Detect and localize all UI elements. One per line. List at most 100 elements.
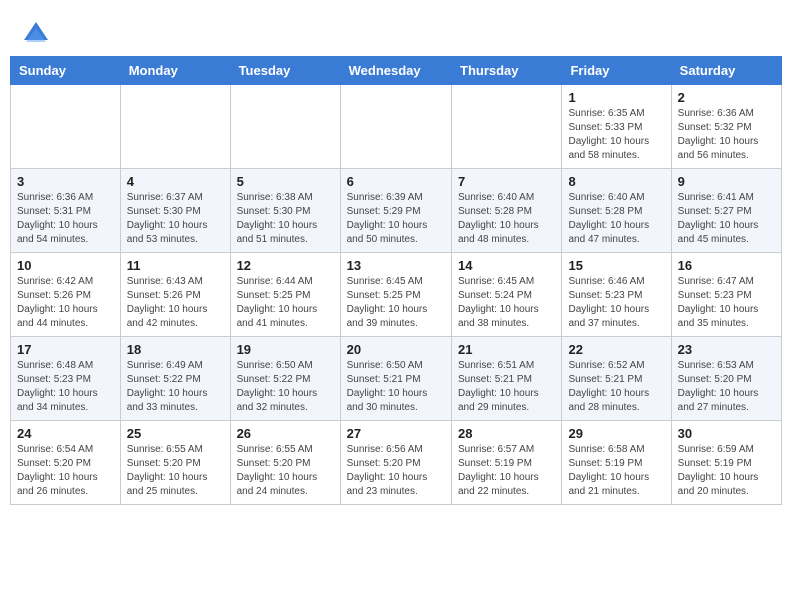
calendar-cell (11, 85, 121, 169)
calendar-week-2: 3Sunrise: 6:36 AM Sunset: 5:31 PM Daylig… (11, 169, 782, 253)
calendar-cell: 21 Sunrise: 6:51 AM Sunset: 5:21 PM Dayli… (452, 337, 562, 421)
calendar-cell: 5 Sunrise: 6:38 AM Sunset: 5:30 PM Daylig… (230, 169, 340, 253)
day-number: 20 (347, 342, 445, 357)
day-number: 26 (237, 426, 334, 441)
day-number: 23 (678, 342, 775, 357)
day-number: 10 (17, 258, 114, 273)
calendar-cell: 14 Sunrise: 6:45 AM Sunset: 5:24 PM Dayli… (452, 253, 562, 337)
calendar-cell: 3Sunrise: 6:36 AM Sunset: 5:31 PM Daylig… (11, 169, 121, 253)
logo-icon (22, 18, 50, 46)
day-number: 21 (458, 342, 555, 357)
day-info: Sunrise: 6:56 AM Sunset: 5:20 PM Dayligh… (347, 443, 445, 499)
page-header (0, 0, 792, 56)
day-number: 1 (568, 90, 664, 105)
calendar-cell: 13 Sunrise: 6:45 AM Sunset: 5:25 PM Dayli… (340, 253, 451, 337)
calendar-cell: 8 Sunrise: 6:40 AM Sunset: 5:28 PM Daylig… (562, 169, 671, 253)
calendar-cell: 9 Sunrise: 6:41 AM Sunset: 5:27 PM Daylig… (671, 169, 781, 253)
day-number: 12 (237, 258, 334, 273)
day-number: 14 (458, 258, 555, 273)
logo (20, 18, 50, 46)
calendar-cell: 4Sunrise: 6:37 AM Sunset: 5:30 PM Daylig… (120, 169, 230, 253)
calendar-cell: 17Sunrise: 6:48 AM Sunset: 5:23 PM Dayli… (11, 337, 121, 421)
calendar-cell: 19Sunrise: 6:50 AM Sunset: 5:22 PM Dayli… (230, 337, 340, 421)
calendar-cell: 30 Sunrise: 6:59 AM Sunset: 5:19 PM Dayli… (671, 421, 781, 505)
weekday-header-wednesday: Wednesday (340, 57, 451, 85)
calendar-wrapper: SundayMondayTuesdayWednesdayThursdayFrid… (0, 56, 792, 515)
calendar-cell: 28 Sunrise: 6:57 AM Sunset: 5:19 PM Dayli… (452, 421, 562, 505)
day-info: Sunrise: 6:55 AM Sunset: 5:20 PM Dayligh… (127, 443, 224, 499)
day-info: Sunrise: 6:55 AM Sunset: 5:20 PM Dayligh… (237, 443, 334, 499)
calendar-cell: 2 Sunrise: 6:36 AM Sunset: 5:32 PM Daylig… (671, 85, 781, 169)
day-number: 3 (17, 174, 114, 189)
day-info: Sunrise: 6:42 AM Sunset: 5:26 PM Dayligh… (17, 275, 114, 331)
day-info: Sunrise: 6:48 AM Sunset: 5:23 PM Dayligh… (17, 359, 114, 415)
day-info: Sunrise: 6:57 AM Sunset: 5:19 PM Dayligh… (458, 443, 555, 499)
calendar-week-3: 10 Sunrise: 6:42 AM Sunset: 5:26 PM Dayli… (11, 253, 782, 337)
weekday-header-tuesday: Tuesday (230, 57, 340, 85)
day-info: Sunrise: 6:38 AM Sunset: 5:30 PM Dayligh… (237, 191, 334, 247)
day-info: Sunrise: 6:36 AM Sunset: 5:32 PM Dayligh… (678, 107, 775, 163)
day-number: 5 (237, 174, 334, 189)
calendar-cell (340, 85, 451, 169)
day-number: 11 (127, 258, 224, 273)
day-info: Sunrise: 6:43 AM Sunset: 5:26 PM Dayligh… (127, 275, 224, 331)
weekday-header-saturday: Saturday (671, 57, 781, 85)
calendar-cell: 1 Sunrise: 6:35 AM Sunset: 5:33 PM Daylig… (562, 85, 671, 169)
day-number: 18 (127, 342, 224, 357)
calendar-cell (452, 85, 562, 169)
day-info: Sunrise: 6:50 AM Sunset: 5:22 PM Dayligh… (237, 359, 334, 415)
day-info: Sunrise: 6:52 AM Sunset: 5:21 PM Dayligh… (568, 359, 664, 415)
day-info: Sunrise: 6:35 AM Sunset: 5:33 PM Dayligh… (568, 107, 664, 163)
calendar-cell: 7Sunrise: 6:40 AM Sunset: 5:28 PM Daylig… (452, 169, 562, 253)
calendar-cell: 10 Sunrise: 6:42 AM Sunset: 5:26 PM Dayli… (11, 253, 121, 337)
day-number: 29 (568, 426, 664, 441)
calendar-cell: 15Sunrise: 6:46 AM Sunset: 5:23 PM Dayli… (562, 253, 671, 337)
weekday-header-monday: Monday (120, 57, 230, 85)
day-info: Sunrise: 6:47 AM Sunset: 5:23 PM Dayligh… (678, 275, 775, 331)
calendar-cell: 11 Sunrise: 6:43 AM Sunset: 5:26 PM Dayli… (120, 253, 230, 337)
day-number: 22 (568, 342, 664, 357)
day-info: Sunrise: 6:51 AM Sunset: 5:21 PM Dayligh… (458, 359, 555, 415)
calendar-table: SundayMondayTuesdayWednesdayThursdayFrid… (10, 56, 782, 505)
day-number: 25 (127, 426, 224, 441)
calendar-header: SundayMondayTuesdayWednesdayThursdayFrid… (11, 57, 782, 85)
day-info: Sunrise: 6:53 AM Sunset: 5:20 PM Dayligh… (678, 359, 775, 415)
calendar-cell: 27 Sunrise: 6:56 AM Sunset: 5:20 PM Dayli… (340, 421, 451, 505)
day-info: Sunrise: 6:41 AM Sunset: 5:27 PM Dayligh… (678, 191, 775, 247)
day-info: Sunrise: 6:50 AM Sunset: 5:21 PM Dayligh… (347, 359, 445, 415)
day-number: 9 (678, 174, 775, 189)
day-number: 8 (568, 174, 664, 189)
day-info: Sunrise: 6:44 AM Sunset: 5:25 PM Dayligh… (237, 275, 334, 331)
calendar-cell: 16 Sunrise: 6:47 AM Sunset: 5:23 PM Dayli… (671, 253, 781, 337)
day-info: Sunrise: 6:54 AM Sunset: 5:20 PM Dayligh… (17, 443, 114, 499)
day-info: Sunrise: 6:59 AM Sunset: 5:19 PM Dayligh… (678, 443, 775, 499)
day-number: 24 (17, 426, 114, 441)
weekday-header-sunday: Sunday (11, 57, 121, 85)
day-number: 30 (678, 426, 775, 441)
calendar-cell: 24 Sunrise: 6:54 AM Sunset: 5:20 PM Dayli… (11, 421, 121, 505)
calendar-week-4: 17Sunrise: 6:48 AM Sunset: 5:23 PM Dayli… (11, 337, 782, 421)
calendar-cell (230, 85, 340, 169)
day-number: 2 (678, 90, 775, 105)
day-info: Sunrise: 6:45 AM Sunset: 5:24 PM Dayligh… (458, 275, 555, 331)
calendar-cell (120, 85, 230, 169)
day-info: Sunrise: 6:39 AM Sunset: 5:29 PM Dayligh… (347, 191, 445, 247)
day-number: 27 (347, 426, 445, 441)
day-info: Sunrise: 6:40 AM Sunset: 5:28 PM Dayligh… (568, 191, 664, 247)
day-number: 13 (347, 258, 445, 273)
day-info: Sunrise: 6:46 AM Sunset: 5:23 PM Dayligh… (568, 275, 664, 331)
day-info: Sunrise: 6:37 AM Sunset: 5:30 PM Dayligh… (127, 191, 224, 247)
day-info: Sunrise: 6:45 AM Sunset: 5:25 PM Dayligh… (347, 275, 445, 331)
day-info: Sunrise: 6:58 AM Sunset: 5:19 PM Dayligh… (568, 443, 664, 499)
calendar-week-1: 1 Sunrise: 6:35 AM Sunset: 5:33 PM Daylig… (11, 85, 782, 169)
calendar-cell: 22 Sunrise: 6:52 AM Sunset: 5:21 PM Dayli… (562, 337, 671, 421)
calendar-cell: 25 Sunrise: 6:55 AM Sunset: 5:20 PM Dayli… (120, 421, 230, 505)
calendar-cell: 12 Sunrise: 6:44 AM Sunset: 5:25 PM Dayli… (230, 253, 340, 337)
calendar-cell: 23 Sunrise: 6:53 AM Sunset: 5:20 PM Dayli… (671, 337, 781, 421)
calendar-cell: 29 Sunrise: 6:58 AM Sunset: 5:19 PM Dayli… (562, 421, 671, 505)
day-number: 16 (678, 258, 775, 273)
day-number: 28 (458, 426, 555, 441)
calendar-cell: 20 Sunrise: 6:50 AM Sunset: 5:21 PM Dayli… (340, 337, 451, 421)
day-number: 7 (458, 174, 555, 189)
weekday-header-thursday: Thursday (452, 57, 562, 85)
